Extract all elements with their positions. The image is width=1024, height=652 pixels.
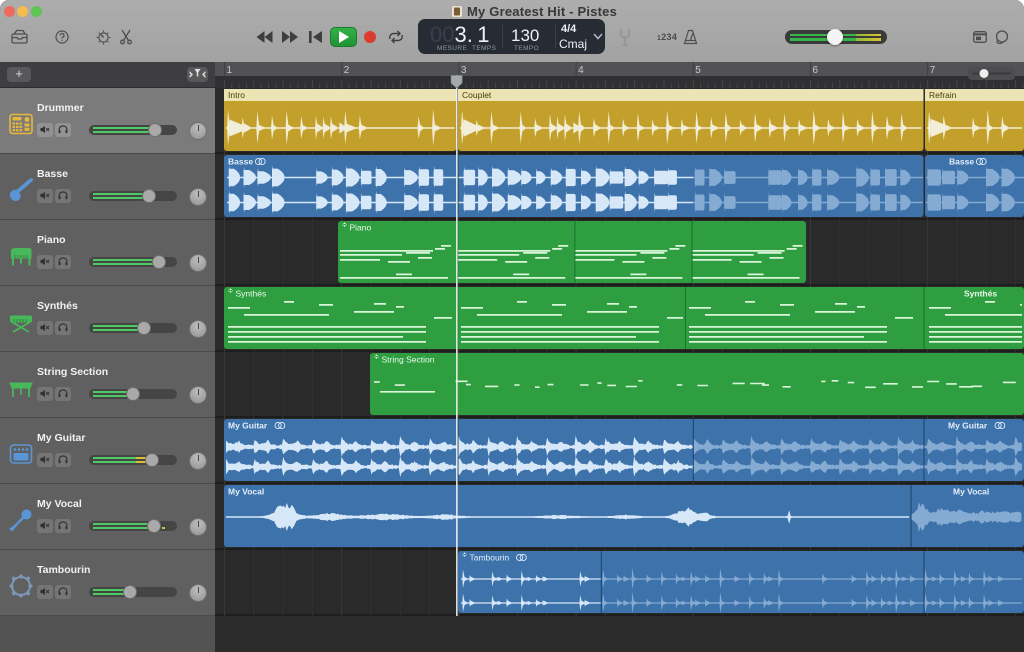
svg-text:My Guitar: My Guitar [228, 421, 268, 431]
svg-text:4: 4 [578, 65, 584, 76]
svg-text:Tambourin: Tambourin [470, 553, 510, 563]
svg-text:My Vocal: My Vocal [228, 487, 264, 497]
svg-text:6: 6 [813, 65, 819, 76]
svg-text:Refrain: Refrain [929, 90, 957, 100]
svg-text:Synthés: Synthés [964, 289, 997, 299]
svg-text:Basse: Basse [228, 157, 253, 167]
svg-text:Intro: Intro [228, 90, 245, 100]
svg-text:String Section: String Section [382, 355, 435, 365]
svg-text:My Guitar: My Guitar [948, 421, 988, 431]
svg-text:My Vocal: My Vocal [953, 487, 989, 497]
svg-text:Piano: Piano [350, 223, 372, 233]
svg-text:2: 2 [344, 65, 350, 76]
svg-text:Synthés: Synthés [236, 289, 267, 299]
svg-text:Couplet: Couplet [462, 90, 492, 100]
svg-text:1: 1 [227, 65, 233, 76]
svg-text:5: 5 [695, 65, 701, 76]
svg-text:7: 7 [930, 65, 936, 76]
svg-text:3: 3 [461, 65, 467, 76]
svg-text:Basse: Basse [949, 157, 974, 167]
